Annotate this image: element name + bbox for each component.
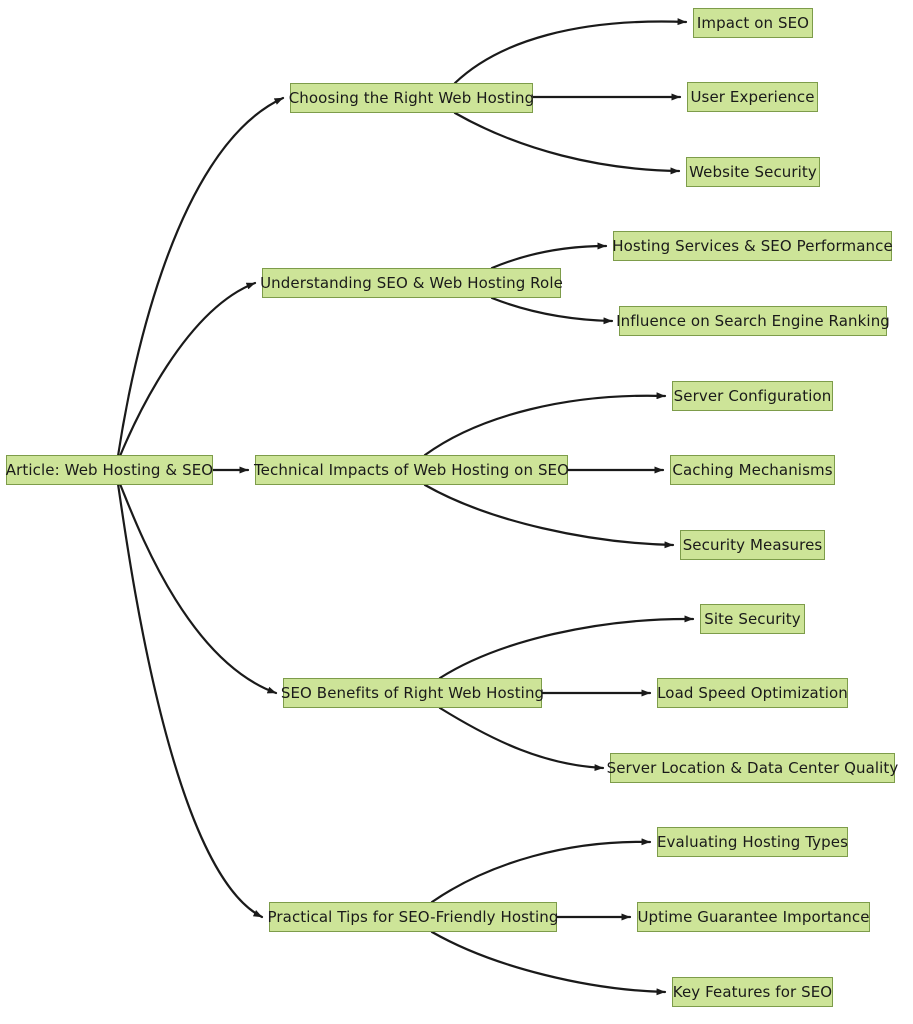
node-key-features-for-seo[interactable]: Key Features for SEO	[672, 977, 833, 1007]
node-evaluating-hosting-types[interactable]: Evaluating Hosting Types	[657, 827, 848, 857]
node-uptime-guarantee-importance[interactable]: Uptime Guarantee Importance	[637, 902, 870, 932]
edge-b3-to-b3c1	[423, 392, 667, 457]
node-hosting-services-and-seo-performance[interactable]: Hosting Services & SEO Performance	[612, 231, 893, 261]
node-label: Evaluating Hosting Types	[656, 832, 849, 851]
edge-b5-to-b5c3	[430, 930, 667, 996]
node-label: Server Configuration	[673, 386, 832, 405]
node-load-speed-optimization[interactable]: Load Speed Optimization	[657, 678, 848, 708]
node-website-security[interactable]: Website Security	[686, 157, 820, 187]
node-server-configuration[interactable]: Server Configuration	[672, 381, 833, 411]
node-label: Caching Mechanisms	[672, 460, 833, 479]
node-label: Security Measures	[682, 535, 823, 554]
node-server-location-and-data-center-quality[interactable]: Server Location & Data Center Quality	[607, 753, 898, 783]
node-seo-benefits-of-right-web-hosting[interactable]: SEO Benefits of Right Web Hosting	[281, 678, 544, 708]
mindmap-diagram: Article: Web Hosting & SEO Choosing the R…	[0, 0, 913, 1024]
edge-b1-to-b1c1	[453, 18, 688, 85]
node-security-measures[interactable]: Security Measures	[680, 530, 825, 560]
node-label: Impact on SEO	[696, 13, 810, 32]
node-choosing-the-right-web-hosting[interactable]: Choosing the Right Web Hosting	[289, 83, 534, 113]
node-label: Choosing the Right Web Hosting	[288, 88, 535, 107]
node-site-security[interactable]: Site Security	[700, 604, 805, 634]
node-label: Site Security	[704, 609, 801, 628]
node-influence-on-search-engine-ranking[interactable]: Influence on Search Engine Ranking	[616, 306, 890, 336]
edge-b2-to-b2c2	[490, 296, 614, 325]
node-technical-impacts-of-web-hosting-on-seo[interactable]: Technical Impacts of Web Hosting on SEO	[254, 455, 569, 485]
edge-layer	[116, 18, 695, 996]
node-label: Article: Web Hosting & SEO	[5, 460, 214, 479]
node-label: User Experience	[690, 87, 815, 106]
edge-root-to-b2	[118, 281, 257, 458]
node-understanding-seo-and-web-hosting-role[interactable]: Understanding SEO & Web Hosting Role	[260, 268, 563, 298]
node-label: Uptime Guarantee Importance	[637, 907, 870, 926]
edge-b4-to-b4c1	[438, 615, 695, 680]
edge-b1-to-b1c3	[453, 111, 681, 175]
edges-group	[116, 18, 695, 996]
edge-b4-to-b4c3	[438, 706, 605, 772]
edge-root-to-b4	[118, 482, 278, 695]
edge-root-to-b5	[116, 482, 264, 919]
edge-b5-to-b5c1	[430, 838, 652, 904]
node-label: Understanding SEO & Web Hosting Role	[260, 273, 563, 292]
node-label: SEO Benefits of Right Web Hosting	[280, 683, 545, 702]
node-label: Website Security	[689, 162, 817, 181]
edge-b2-to-b2c1	[490, 242, 608, 270]
node-user-experience[interactable]: User Experience	[687, 82, 818, 112]
node-label: Practical Tips for SEO-Friendly Hosting	[267, 907, 559, 926]
edge-b3-to-b3c3	[423, 483, 675, 549]
node-label: Key Features for SEO	[672, 982, 833, 1001]
node-caching-mechanisms[interactable]: Caching Mechanisms	[670, 455, 835, 485]
node-practical-tips-for-seo-friendly-hosting[interactable]: Practical Tips for SEO-Friendly Hosting	[268, 902, 558, 932]
node-label: Influence on Search Engine Ranking	[616, 311, 890, 330]
node-label: Server Location & Data Center Quality	[606, 758, 899, 777]
node-label: Load Speed Optimization	[657, 683, 848, 702]
node-article-web-hosting-and-seo[interactable]: Article: Web Hosting & SEO	[6, 455, 213, 485]
node-label: Hosting Services & SEO Performance	[612, 236, 893, 255]
node-label: Technical Impacts of Web Hosting on SEO	[253, 460, 570, 479]
node-impact-on-seo[interactable]: Impact on SEO	[693, 8, 813, 38]
